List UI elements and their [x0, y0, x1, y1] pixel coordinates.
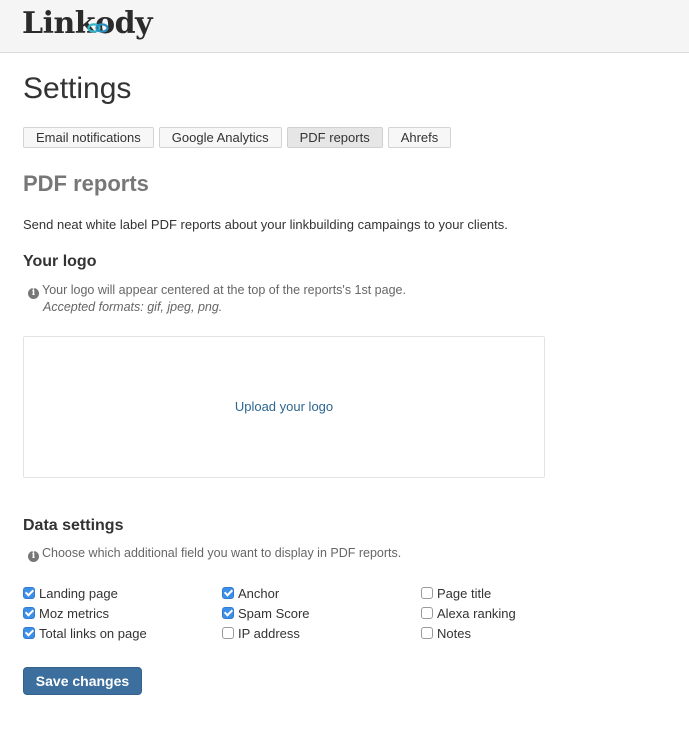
section-title: PDF reports — [23, 171, 149, 196]
checkbox[interactable] — [23, 587, 35, 599]
field-label: Anchor — [238, 585, 280, 601]
checkbox[interactable] — [23, 607, 35, 619]
checkbox[interactable] — [421, 607, 433, 619]
field-moz-metrics[interactable]: Moz metrics — [23, 605, 109, 621]
tab-pdf-reports[interactable]: PDF reports — [286, 127, 383, 148]
field-total-links-on-page[interactable]: Total links on page — [23, 625, 147, 641]
save-changes-button[interactable]: Save changes — [23, 667, 142, 695]
field-label: Moz metrics — [39, 605, 110, 621]
field-notes[interactable]: Notes — [421, 625, 471, 641]
data-settings-hint: i Choose which additional field you want … — [28, 546, 401, 562]
tab-email-notifications[interactable]: Email notifications — [23, 127, 154, 148]
field-label: Spam Score — [238, 605, 310, 621]
info-icon: i — [28, 551, 39, 562]
field-spam-score[interactable]: Spam Score — [222, 605, 310, 621]
upload-logo-link[interactable]: Upload your logo — [24, 399, 544, 414]
tab-ahrefs[interactable]: Ahrefs — [387, 127, 452, 148]
data-fields-checklist: Landing page Moz metrics Total links on … — [23, 585, 663, 645]
field-label: Total links on page — [39, 625, 147, 641]
field-label: IP address — [238, 625, 300, 641]
field-alexa-ranking[interactable]: Alexa ranking — [421, 605, 516, 621]
settings-tabs: Email notifications Google Analytics PDF… — [23, 127, 452, 148]
chain-link-icon — [87, 23, 109, 33]
field-ip-address[interactable]: IP address — [222, 625, 300, 641]
top-bar: Linkody — [0, 0, 689, 53]
data-settings-hint-text: Choose which additional field you want t… — [42, 546, 402, 560]
logo-formats: Accepted formats: gif, jpeg, png. — [43, 300, 223, 314]
checkbox[interactable] — [421, 587, 433, 599]
tab-google-analytics[interactable]: Google Analytics — [158, 127, 282, 148]
checkbox[interactable] — [23, 627, 35, 639]
field-anchor[interactable]: Anchor — [222, 585, 279, 601]
checkbox[interactable] — [222, 627, 234, 639]
logo-hint-text: Your logo will appear centered at the to… — [42, 283, 406, 297]
data-settings-heading: Data settings — [23, 517, 124, 534]
field-label: Page title — [437, 585, 492, 601]
field-label: Landing page — [39, 585, 118, 601]
checkbox[interactable] — [222, 587, 234, 599]
field-page-title[interactable]: Page title — [421, 585, 491, 601]
logo-hint: i Your logo will appear centered at the t… — [28, 283, 406, 299]
logo-heading: Your logo — [23, 253, 97, 270]
section-intro: Send neat white label PDF reports about … — [23, 217, 508, 232]
field-label: Notes — [437, 625, 471, 641]
checkbox[interactable] — [421, 627, 433, 639]
logo-upload-dropzone[interactable]: Upload your logo — [23, 336, 545, 478]
checkbox[interactable] — [222, 607, 234, 619]
field-label: Alexa ranking — [437, 605, 516, 621]
field-landing-page[interactable]: Landing page — [23, 585, 118, 601]
page-title: Settings — [23, 72, 132, 105]
info-icon: i — [28, 288, 39, 299]
